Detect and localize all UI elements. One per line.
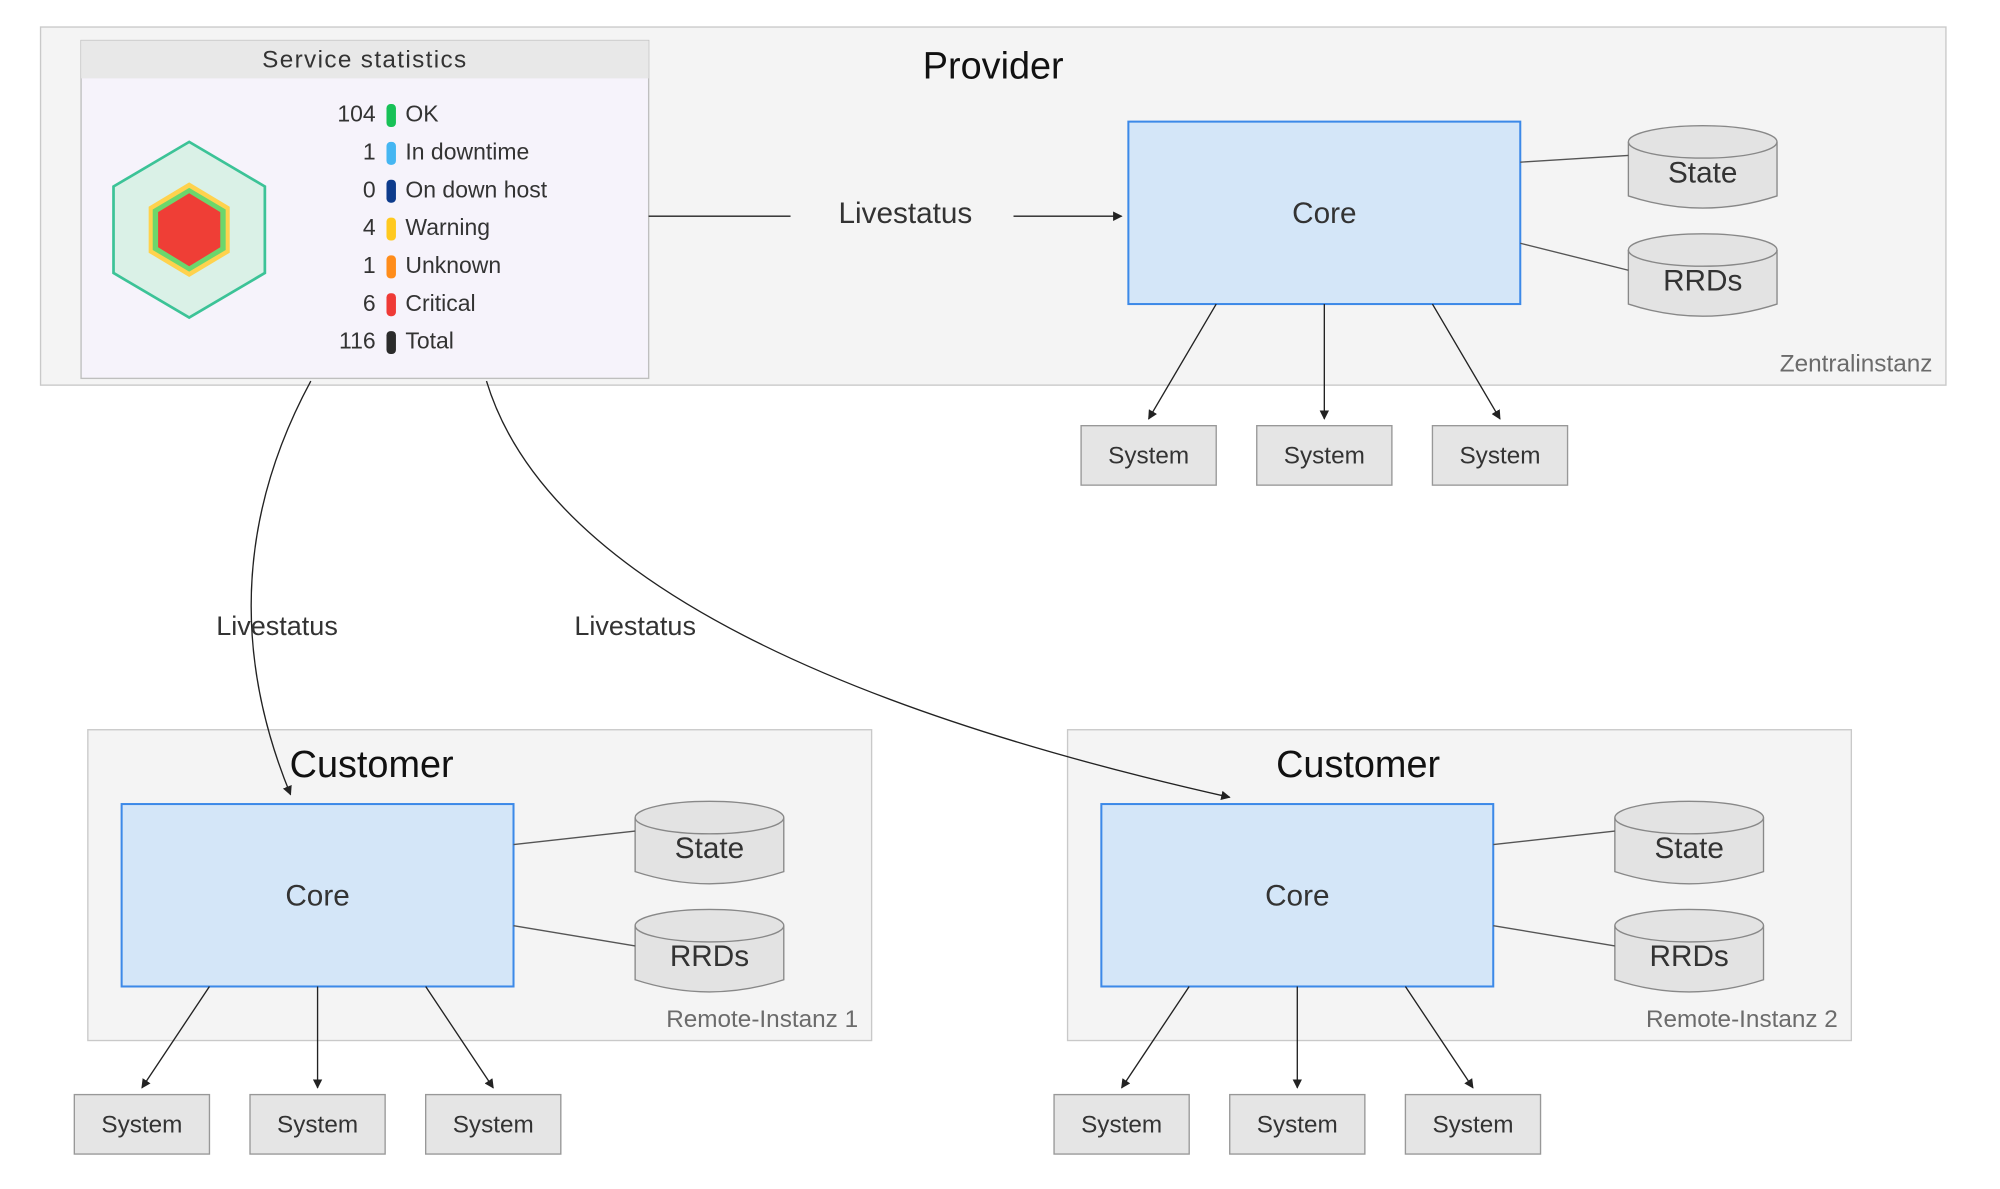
svg-text:System: System (1257, 1111, 1338, 1138)
svg-text:System: System (1459, 443, 1540, 470)
svg-text:0: 0 (363, 176, 376, 202)
svg-text:RRDs: RRDs (670, 940, 749, 973)
svg-text:State: State (1654, 832, 1723, 865)
svg-text:104: 104 (337, 101, 376, 127)
svg-text:4: 4 (363, 214, 376, 240)
svg-text:System: System (1284, 443, 1365, 470)
customer1-rrds-db: RRDs (635, 909, 784, 991)
svg-text:1: 1 (363, 252, 376, 278)
livestatus-label-provider: Livestatus (838, 197, 972, 230)
provider-rrds-db: RRDs (1628, 234, 1777, 316)
svg-text:In downtime: In downtime (405, 138, 529, 164)
customer2-rrds-db: RRDs (1615, 909, 1764, 991)
customer2-core-label: Core (1265, 879, 1329, 912)
customer1-state-db: State (635, 801, 784, 883)
svg-text:RRDs: RRDs (1663, 265, 1742, 298)
stats-title: Service statistics (262, 47, 467, 74)
svg-text:6: 6 (363, 290, 376, 316)
customer2-title: Customer (1276, 744, 1440, 786)
svg-text:System: System (101, 1111, 182, 1138)
provider-core-label: Core (1292, 197, 1356, 230)
livestatus-label-customer1: Livestatus (216, 611, 338, 641)
stats-row-downhost: 0 On down host (363, 176, 548, 202)
svg-text:System: System (453, 1111, 534, 1138)
svg-text:RRDs: RRDs (1650, 940, 1729, 973)
provider-title: Provider (923, 45, 1064, 87)
svg-text:State: State (675, 832, 744, 865)
customer2-sublabel: Remote-Instanz 2 (1646, 1006, 1838, 1033)
svg-text:Critical: Critical (405, 290, 475, 316)
svg-text:1: 1 (363, 138, 376, 164)
svg-text:System: System (1081, 1111, 1162, 1138)
svg-text:Total: Total (405, 328, 454, 354)
service-statistics-panel: Service statistics 104 OK 1 In downtime … (81, 41, 649, 379)
svg-text:On down host: On down host (405, 176, 547, 202)
svg-text:State: State (1668, 156, 1737, 189)
customer1-sublabel: Remote-Instanz 1 (666, 1006, 858, 1033)
customer1-title: Customer (290, 744, 454, 786)
architecture-diagram: Provider Zentralinstanz Service statisti… (0, 0, 2000, 1189)
svg-text:System: System (1432, 1111, 1513, 1138)
provider-sublabel: Zentralinstanz (1780, 351, 1933, 378)
customer2-state-db: State (1615, 801, 1764, 883)
provider-state-db: State (1628, 126, 1777, 208)
svg-text:116: 116 (339, 328, 376, 354)
customer1-core-label: Core (285, 879, 349, 912)
svg-text:Unknown: Unknown (405, 252, 501, 278)
svg-text:System: System (277, 1111, 358, 1138)
svg-text:System: System (1108, 443, 1189, 470)
svg-text:Warning: Warning (405, 214, 490, 240)
svg-text:OK: OK (405, 101, 439, 127)
livestatus-label-customer2: Livestatus (574, 611, 696, 641)
